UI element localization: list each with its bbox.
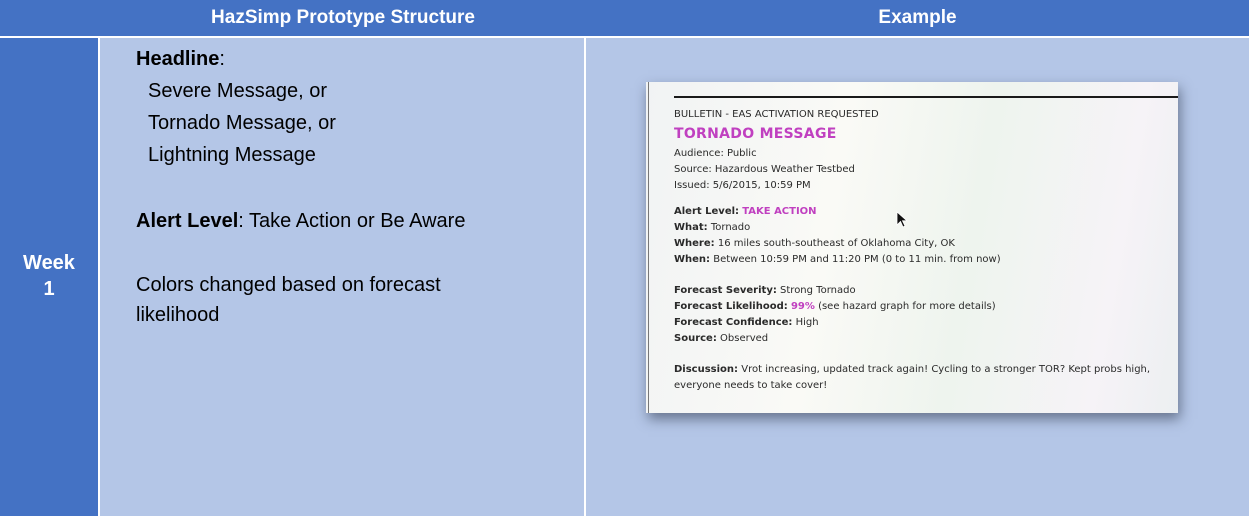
alert-level-value: TAKE ACTION xyxy=(742,206,817,217)
headline-option: Lightning Message xyxy=(148,144,316,166)
when-key: When: xyxy=(674,254,711,265)
alert-level-text: : Take Action or Be Aware xyxy=(238,210,466,232)
what-key: What: xyxy=(674,222,708,233)
alert-level-label: Alert Level xyxy=(136,210,239,232)
where-key: Where: xyxy=(674,238,715,249)
severity-value: Strong Tornado xyxy=(780,285,856,296)
likelihood-row: Forecast Likelihood: 99% (see hazard gra… xyxy=(674,301,996,312)
when-row: When: Between 10:59 PM and 11:20 PM (0 t… xyxy=(674,254,1001,265)
what-value: Tornado xyxy=(710,222,751,233)
mouse-cursor-icon xyxy=(896,211,909,228)
screen-top-rule xyxy=(674,96,1178,98)
confidence-value: High xyxy=(795,317,819,328)
severity-row: Forecast Severity: Strong Tornado xyxy=(674,285,856,296)
week-label-line2: 1 xyxy=(43,278,55,300)
source-row: Source: Observed xyxy=(674,333,768,344)
example-cell: BULLETIN - EAS ACTIVATION REQUESTED TORN… xyxy=(586,38,1249,516)
header-week-cell xyxy=(0,0,100,36)
headline-heading: Headline: xyxy=(136,48,225,71)
headline-label: Headline xyxy=(136,48,220,70)
where-row: Where: 16 miles south-southeast of Oklah… xyxy=(674,238,955,249)
likelihood-key: Forecast Likelihood: xyxy=(674,301,788,312)
week-label-line1: Week xyxy=(23,252,75,274)
week-cell: Week 1 xyxy=(0,38,100,516)
likelihood-note: (see hazard graph for more details) xyxy=(818,301,996,312)
headline-option: Tornado Message, or xyxy=(148,112,336,134)
week-label: Week 1 xyxy=(0,250,98,302)
headline-colon: : xyxy=(219,48,225,70)
colors-note-line2: likelihood xyxy=(136,304,220,326)
audience-line: Audience: Public xyxy=(674,148,757,159)
when-value: Between 10:59 PM and 11:20 PM (0 to 11 m… xyxy=(713,254,1001,265)
discussion-row: Discussion: Vrot increasing, updated tra… xyxy=(674,364,1150,375)
discussion-key: Discussion: xyxy=(674,364,739,375)
tornado-message-photo: BULLETIN - EAS ACTIVATION REQUESTED TORN… xyxy=(646,82,1178,413)
confidence-row: Forecast Confidence: High xyxy=(674,317,819,328)
issued-line: Issued: 5/6/2015, 10:59 PM xyxy=(674,180,811,191)
headline-option: Severe Message, or xyxy=(148,80,327,102)
alert-level-line: Alert Level: Take Action or Be Aware xyxy=(136,210,465,233)
confidence-key: Forecast Confidence: xyxy=(674,317,793,328)
alert-level-key: Alert Level: xyxy=(674,206,740,217)
source-value: Observed xyxy=(720,333,769,344)
table-header-row: HazSimp Prototype Structure Example xyxy=(0,0,1249,38)
likelihood-value: 99% xyxy=(790,301,815,312)
source-key: Source: xyxy=(674,333,717,344)
table-row-week-1: Week 1 Headline: Severe Message, or Torn… xyxy=(0,38,1249,516)
header-example-cell: Example xyxy=(878,7,957,28)
where-value: 16 miles south-southeast of Oklahoma Cit… xyxy=(717,238,955,249)
bulletin-line: BULLETIN - EAS ACTIVATION REQUESTED xyxy=(674,109,879,120)
screen-edge-line xyxy=(648,82,649,413)
what-row: What: Tornado xyxy=(674,222,750,233)
header-structure-cell: HazSimp Prototype Structure xyxy=(211,7,475,28)
severity-key: Forecast Severity: xyxy=(674,285,777,296)
message-title: TORNADO MESSAGE xyxy=(674,126,837,142)
hazsimp-table: HazSimp Prototype Structure Example Week… xyxy=(0,0,1249,516)
discussion-text-line1: Vrot increasing, updated track again! Cy… xyxy=(741,364,1151,375)
alert-level-row: Alert Level: TAKE ACTION xyxy=(674,206,817,217)
structure-cell: Headline: Severe Message, or Tornado Mes… xyxy=(100,38,586,516)
colors-note-line1: Colors changed based on forecast xyxy=(136,274,441,296)
source-top-line: Source: Hazardous Weather Testbed xyxy=(674,164,855,175)
discussion-text-line2: everyone needs to take cover! xyxy=(674,380,828,391)
